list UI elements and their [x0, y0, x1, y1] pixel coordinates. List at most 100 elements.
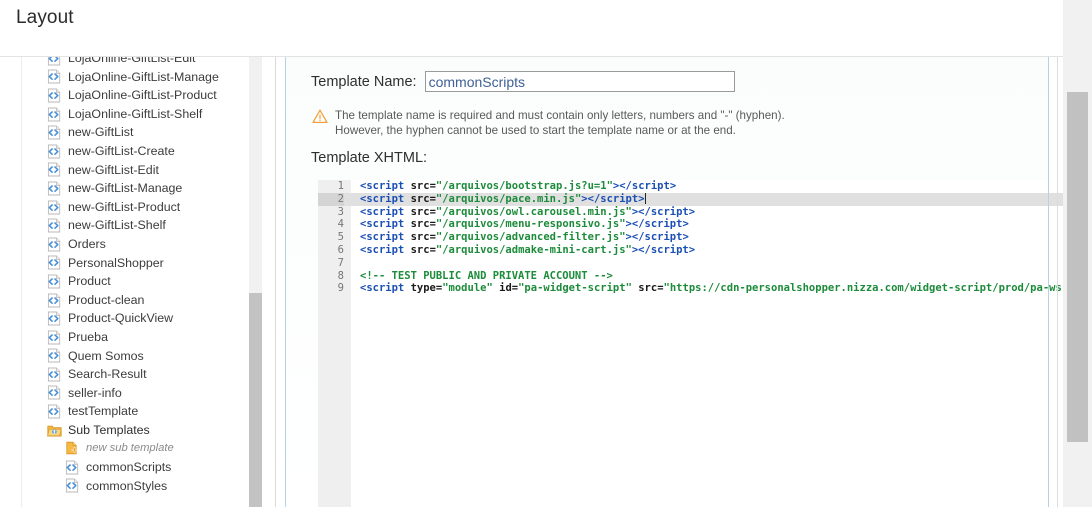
tree-scrollbar-thumb[interactable] — [249, 293, 262, 507]
tree-item-label: testTemplate — [68, 404, 139, 419]
code-text: <script src="/arquivos/menu-responsivo.j… — [360, 218, 689, 231]
tree-item-label: commonStyles — [86, 478, 168, 493]
tree-item-18[interactable]: seller-info — [23, 384, 249, 403]
warning-line-2: However, the hyphen cannot be used to st… — [335, 124, 736, 138]
xhtml-file-icon — [47, 107, 62, 122]
page-vertical-scrollbar[interactable] — [1063, 0, 1092, 507]
page-scrollbar-thumb[interactable] — [1067, 92, 1088, 442]
tree-item-17[interactable]: Search-Result — [23, 365, 249, 384]
tree-item-6[interactable]: new-GiftList-Edit — [23, 161, 249, 180]
layout-page: Layout LojaOnline-GiftList-Edit LojaOnlin… — [0, 0, 1092, 507]
tree-item-15[interactable]: Prueba — [23, 328, 249, 347]
code-text: <script src="/arquivos/bootstrap.js?u=1"… — [360, 180, 677, 192]
tree-item-16[interactable]: Quem Somos — [23, 347, 249, 366]
xhtml-file-icon — [47, 293, 62, 308]
line-number: 9 — [337, 282, 344, 295]
code-lines[interactable]: 1 <script src="/arquivos/bootstrap.js?u=1… — [318, 180, 1063, 295]
template-name-input[interactable] — [424, 71, 735, 92]
xhtml-file-icon — [47, 404, 62, 419]
xhtml-file-icon — [47, 274, 62, 289]
code-line-6[interactable]: 6 <script src="/arquivos/admake-mini-cart… — [318, 244, 1063, 257]
template-name-row: Template Name: — [311, 71, 735, 92]
tree-item-9[interactable]: new-GiftList-Shelf — [23, 216, 249, 235]
tree-item-3[interactable]: LojaOnline-GiftList-Shelf — [23, 105, 249, 124]
code-text: <script src="/arquivos/pace.min.js"></sc… — [360, 192, 646, 205]
tree-item-label: seller-info — [68, 385, 122, 400]
tree-item-label: new-GiftList — [68, 125, 134, 140]
code-line-3[interactable]: 3 <script src="/arquivos/owl.carousel.min… — [318, 206, 1063, 219]
code-line-5[interactable]: 5 <script src="/arquivos/advanced-filter.… — [318, 231, 1063, 244]
xhtml-file-icon — [47, 144, 62, 159]
code-text: <script src="/arquivos/owl.carousel.min.… — [360, 205, 696, 218]
panel-divider-blue-right — [1048, 57, 1049, 507]
xhtml-file-icon — [47, 255, 62, 270]
xhtml-file-icon — [47, 162, 62, 177]
warning-text: The template name is required and must c… — [335, 108, 785, 138]
tree-item-0[interactable]: LojaOnline-GiftList-Edit — [23, 57, 249, 68]
workspace: LojaOnline-GiftList-Edit LojaOnline-GiftL… — [0, 57, 1063, 507]
tree-item-5[interactable]: new-GiftList-Create — [23, 142, 249, 161]
tree-item-label: LojaOnline-GiftList-Product — [68, 88, 217, 103]
tree-item-label: new-GiftList-Edit — [68, 162, 159, 177]
tree-item-19[interactable]: testTemplate — [23, 402, 249, 421]
tree-item-label: LojaOnline-GiftList-Edit — [68, 57, 196, 65]
tree-item-11[interactable]: PersonalShopper — [23, 254, 249, 273]
xhtml-file-icon — [47, 200, 62, 215]
template-editor-panel: Template Name: The template name is requ… — [286, 57, 1063, 507]
code-text: <script src="/arquivos/admake-mini-cart.… — [360, 243, 696, 256]
tree-item-13[interactable]: Product-clean — [23, 291, 249, 310]
tree-item-label: Quem Somos — [68, 348, 144, 363]
warning-line-1: The template name is required and must c… — [335, 109, 785, 122]
left-margin-strip — [0, 57, 22, 507]
xhtml-file-icon — [47, 69, 62, 84]
template-tree-panel: LojaOnline-GiftList-Edit LojaOnline-GiftL… — [23, 57, 249, 507]
tree-item-2[interactable]: LojaOnline-GiftList-Product — [23, 86, 249, 105]
code-text: <!-- TEST PUBLIC AND PRIVATE ACCOUNT --> — [360, 269, 613, 282]
tree-item-label: commonScripts — [86, 460, 172, 475]
tree-item-8[interactable]: new-GiftList-Product — [23, 198, 249, 217]
code-line-1[interactable]: 1 <script src="/arquivos/bootstrap.js?u=1… — [318, 180, 1063, 193]
tree-item-label: Orders — [68, 236, 106, 251]
tree-item-label: Sub Templates — [68, 422, 150, 437]
code-text: <script type="module" id="pa-widget-scri… — [360, 282, 1063, 295]
code-line-2[interactable]: 2 <script src="/arquivos/pace.min.js"></s… — [318, 192, 1063, 206]
tree-item-14[interactable]: Product-QuickView — [23, 309, 249, 328]
xhtml-file-icon — [65, 478, 80, 493]
template-tree-list: LojaOnline-GiftList-Edit LojaOnline-GiftL… — [23, 57, 249, 495]
tree-item-7[interactable]: new-GiftList-Manage — [23, 179, 249, 198]
code-line-7[interactable]: 7 — [318, 257, 1063, 270]
warning-triangle-icon — [312, 109, 328, 124]
tree-item-label: new-GiftList-Product — [68, 199, 181, 214]
line-number: 4 — [337, 218, 344, 231]
tree-item-label: new-GiftList-Manage — [68, 181, 183, 196]
tree-item-1[interactable]: LojaOnline-GiftList-Manage — [23, 68, 249, 87]
tree-item-label: Search-Result — [68, 367, 147, 382]
xhtml-file-icon — [47, 311, 62, 326]
tree-item-23[interactable]: commonStyles — [23, 477, 249, 496]
tree-item-22[interactable]: commonScripts — [23, 458, 249, 477]
code-line-8[interactable]: 8 <!-- TEST PUBLIC AND PRIVATE ACCOUNT --… — [318, 270, 1063, 283]
tree-item-21[interactable]: new sub template — [23, 439, 249, 458]
xhtml-file-icon — [47, 218, 62, 233]
line-number: 3 — [337, 205, 344, 218]
panel-divider-gray — [275, 57, 276, 507]
tree-item-4[interactable]: new-GiftList — [23, 123, 249, 142]
new-file-icon — [65, 441, 80, 456]
tree-item-12[interactable]: Product — [23, 272, 249, 291]
tree-item-10[interactable]: Orders — [23, 235, 249, 254]
tree-item-label: new sub template — [86, 442, 174, 455]
xhtml-file-icon — [47, 88, 62, 103]
line-number: 7 — [337, 256, 344, 269]
code-editor[interactable]: 1 <script src="/arquivos/bootstrap.js?u=1… — [318, 180, 1063, 507]
xhtml-file-icon — [47, 385, 62, 400]
code-line-9[interactable]: 9 <script type="module" id="pa-widget-scr… — [318, 282, 1063, 295]
template-name-label: Template Name: — [311, 73, 417, 90]
code-line-4[interactable]: 4 <script src="/arquivos/menu-responsivo.… — [318, 218, 1063, 231]
tree-item-label: new-GiftList-Shelf — [68, 218, 166, 233]
tree-item-label: LojaOnline-GiftList-Shelf — [68, 106, 203, 121]
xhtml-file-icon — [47, 181, 62, 196]
xhtml-file-icon — [47, 125, 62, 140]
tree-item-label: Product-QuickView — [68, 311, 174, 326]
xhtml-file-icon — [47, 330, 62, 345]
tree-item-20[interactable]: Sub Templates — [23, 421, 249, 440]
